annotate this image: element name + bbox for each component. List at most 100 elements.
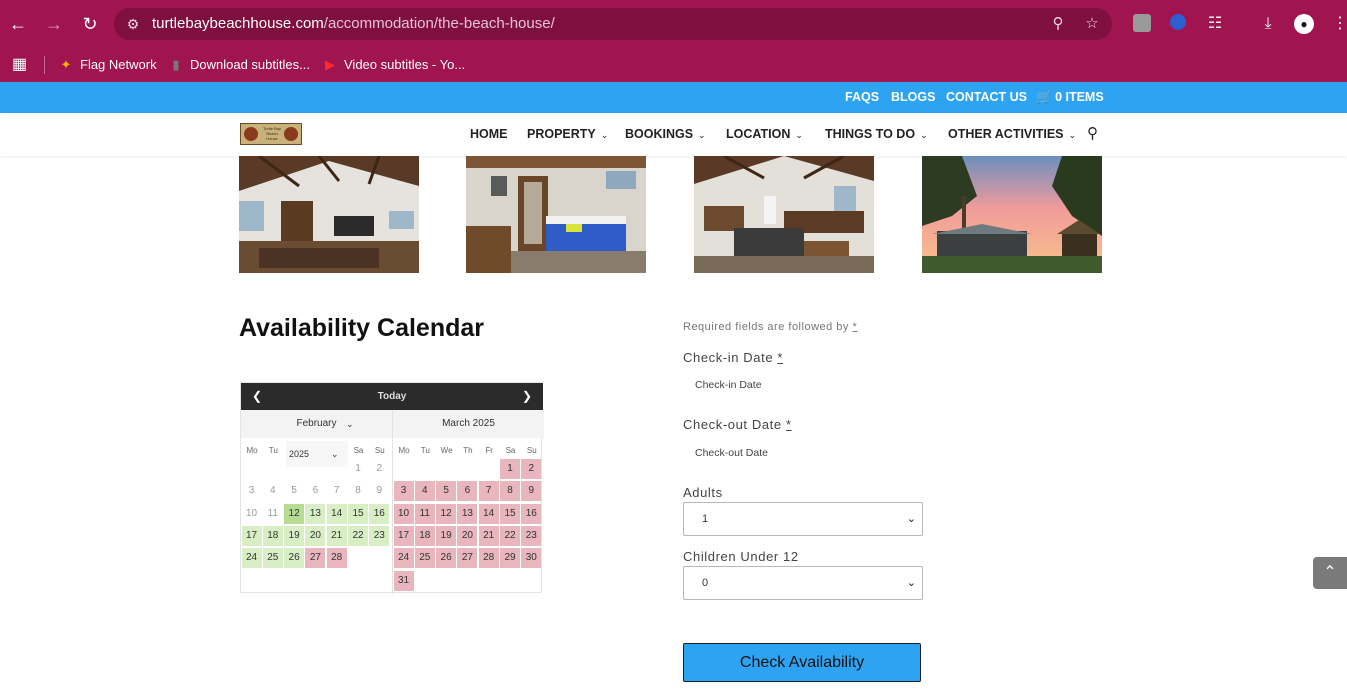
calendar-day[interactable]: 3 [393,481,414,502]
bookmark-flag-network[interactable]: ✦ Flag Network [58,57,157,73]
calendar-day[interactable]: 19 [436,525,457,546]
site-info-icon[interactable]: ⚙ [124,15,142,33]
scroll-top-icon[interactable]: ⌃ [1313,557,1347,589]
check-availability-button[interactable]: Check Availability [683,643,921,682]
cart-link[interactable]: 🛒 0 ITEMS [1036,90,1104,105]
forward-icon[interactable]: → [42,12,66,36]
calendar-day[interactable]: 13 [457,503,478,524]
calendar-day[interactable]: 17 [241,525,262,546]
star-icon[interactable]: ☆ [1082,14,1102,34]
chevron-down-icon: ⌄ [346,419,354,429]
calendar-day[interactable]: 5 [436,481,457,502]
site-logo[interactable]: Turtle Bay Beach House [240,123,302,145]
calendar-day[interactable]: 28 [326,548,347,569]
calendar-day[interactable]: 27 [457,548,478,569]
calendar-day[interactable]: 26 [436,548,457,569]
calendar-day[interactable]: 6 [457,481,478,502]
bookmark-video-subtitles[interactable]: ▶ Video subtitles - Yo... [322,57,465,73]
gallery-photo-sunset-exterior[interactable] [922,156,1102,273]
calendar-day[interactable]: 21 [326,525,347,546]
back-icon[interactable]: ← [6,12,30,36]
calendar-day[interactable]: 12 [436,503,457,524]
calendar-day[interactable]: 10 [393,503,414,524]
nav-other-activities[interactable]: OTHER ACTIVITIES ⌄ [948,127,1076,141]
blogs-link[interactable]: BLOGS [891,90,935,104]
calendar-day[interactable]: 23 [521,525,542,546]
checkin-date-input[interactable]: Check-in Date [683,371,923,399]
faqs-link[interactable]: FAQS [845,90,879,104]
calendar-day[interactable]: 21 [478,525,499,546]
nav-label: THINGS TO DO [825,127,916,141]
zoom-icon[interactable]: ⚲ [1048,14,1068,34]
calendar-day[interactable]: 13 [305,503,326,524]
contact-us-link[interactable]: CONTACT US [946,90,1027,104]
nav-bookings[interactable]: BOOKINGS ⌄ [625,127,706,141]
gallery-photo-living-room[interactable] [239,156,419,273]
calendar-day[interactable]: 25 [414,548,435,569]
calendar-day[interactable]: 4 [414,481,435,502]
calendar-day[interactable]: 14 [478,503,499,524]
calendar-day[interactable]: 7 [478,481,499,502]
gallery-photo-lounge[interactable] [694,156,874,273]
apps-grid-icon[interactable]: ▦ [12,54,27,74]
calendar-day[interactable]: 14 [326,503,347,524]
calendar-day[interactable]: 17 [393,525,414,546]
calendar-day[interactable]: 12 [284,503,305,524]
calendar-day[interactable]: 20 [305,525,326,546]
calendar-day[interactable]: 18 [262,525,283,546]
url-text[interactable]: turtlebaybeachhouse.com/accommodation/th… [152,15,555,32]
gallery-photo-bedroom[interactable] [466,156,646,273]
calendar-day[interactable]: 26 [284,548,305,569]
calendar-day[interactable]: 2 [521,459,542,479]
calendar-day[interactable]: 23 [369,525,390,546]
calendar-day[interactable]: 19 [284,525,305,546]
calendar-day[interactable]: 22 [348,525,368,546]
year-select[interactable]: 2025 ⌄ [286,441,348,467]
profile-icon[interactable]: ● [1294,14,1314,34]
next-month-icon[interactable]: ❯ [519,388,535,404]
calendar-day[interactable]: 29 [500,548,520,569]
calendar-day[interactable]: 18 [414,525,435,546]
calendar-day[interactable]: 22 [500,525,520,546]
extensions-icon[interactable]: ☷ [1205,14,1225,34]
nav-property[interactable]: PROPERTY ⌄ [527,127,608,141]
bookmark-download-subtitles[interactable]: ▮ Download subtitles... [168,57,310,73]
nav-things-to-do[interactable]: THINGS TO DO ⌄ [825,127,928,141]
flag-network-icon: ✦ [60,57,72,72]
calendar-day[interactable]: 28 [478,548,499,569]
menu-dots-icon[interactable]: ⋮ [1330,14,1347,34]
calendar-day: 10 [245,507,258,519]
calendar-day[interactable]: 30 [521,548,542,569]
calendar-day[interactable]: 24 [393,548,414,569]
extension-icon[interactable] [1133,14,1151,32]
calendar-day[interactable]: 25 [262,548,283,569]
nav-home[interactable]: HOME [470,127,508,141]
calendar-day[interactable]: 15 [500,503,520,524]
checkout-date-input[interactable]: Check-out Date [683,439,923,467]
calendar-day[interactable]: 31 [393,570,414,591]
calendar-day[interactable]: 8 [500,481,520,502]
month-select[interactable]: February ⌄ [241,410,392,438]
chevron-down-icon: ⌄ [795,130,803,140]
nav-location[interactable]: LOCATION ⌄ [726,127,803,141]
extension-icon[interactable] [1170,14,1186,30]
bookmark-label: Flag Network [80,57,157,72]
calendar-day: 6 [312,485,319,497]
address-bar[interactable]: ⚙ turtlebaybeachhouse.com/accommodation/… [114,8,1112,40]
calendar-day[interactable]: 15 [348,503,368,524]
calendar-day[interactable]: 1 [500,459,520,479]
today-button[interactable]: Today [241,391,543,402]
adults-select[interactable]: 1 ⌄ [683,502,923,536]
calendar-day[interactable]: 16 [521,503,542,524]
calendar-day[interactable]: 16 [369,503,390,524]
availability-calendar: ❮ Today ❯ February⌄ MoTuWeThFrSaSu123456… [240,382,544,594]
search-icon[interactable]: ⚲ [1087,124,1098,142]
reload-icon[interactable]: ↻ [78,12,102,36]
calendar-day[interactable]: 11 [414,503,435,524]
calendar-day[interactable]: 27 [305,548,326,569]
download-icon[interactable]: ⤓ [1258,14,1278,34]
calendar-day[interactable]: 24 [241,548,262,569]
children-select[interactable]: 0 ⌄ [683,566,923,600]
calendar-day[interactable]: 9 [521,481,542,502]
calendar-day[interactable]: 20 [457,525,478,546]
